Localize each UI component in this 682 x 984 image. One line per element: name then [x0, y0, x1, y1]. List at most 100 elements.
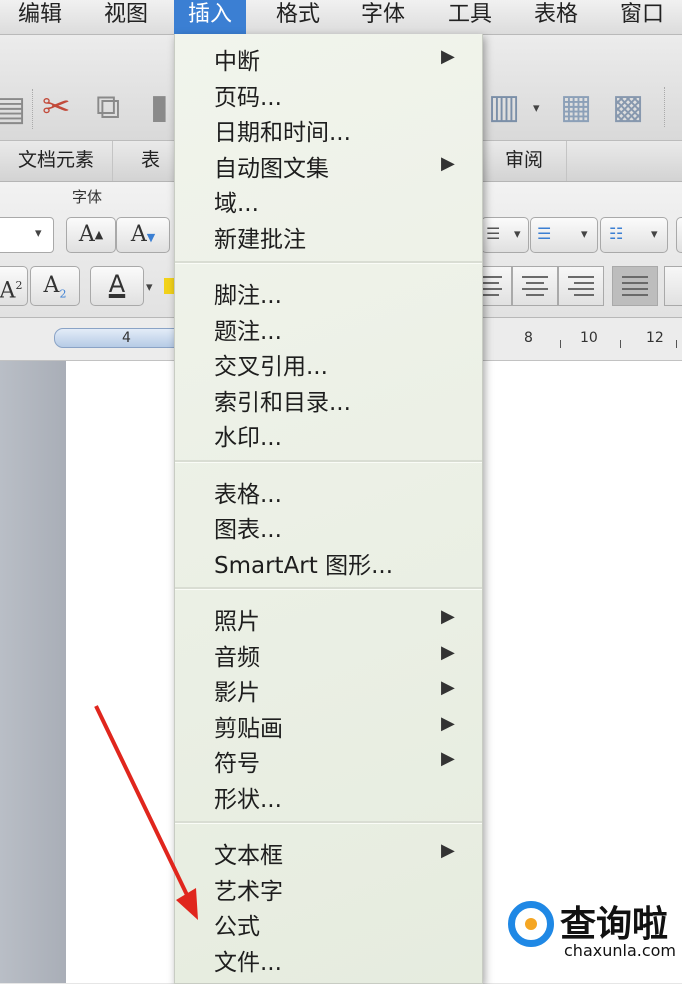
cut-icon[interactable]: ✂ [42, 87, 71, 127]
increase-font-letter: A [78, 222, 95, 247]
ruler-tick [620, 340, 621, 348]
insert-menu-item[interactable]: 形状... [175, 778, 482, 813]
insert-menu-item[interactable]: 公式 [175, 905, 482, 940]
increase-font-size-button[interactable]: A▲ [66, 217, 116, 253]
insert-menu-item[interactable]: 剪贴画 ▶ [175, 707, 482, 742]
menu-bar: 编辑 视图 插入 格式 字体 工具 表格 窗口 [0, 0, 682, 35]
tab-document-elements[interactable]: 文档元素 [0, 141, 113, 181]
menu-item-label: 照片 [214, 609, 260, 635]
menu-item-label: 水印... [214, 425, 282, 451]
insert-menu-item[interactable]: 文本框 ▶ [175, 834, 482, 869]
chevron-down-icon[interactable]: ▾ [514, 227, 521, 242]
toolbar-separator [32, 89, 34, 129]
font-color-button[interactable]: A [90, 266, 144, 306]
menu-item-label: 文本框 [214, 843, 283, 869]
media-browser-icon[interactable]: ▩ [612, 87, 644, 127]
menu-item-label: 剪贴画 [214, 715, 283, 742]
insert-menu-item[interactable]: 索引和目录... [175, 381, 482, 416]
chevron-down-icon[interactable]: ▾ [35, 226, 42, 241]
ruler-number: 8 [524, 330, 533, 346]
insert-menu-item[interactable]: 页码... [175, 76, 482, 111]
menu-item-label: 自动图文集 [214, 155, 329, 182]
ruler-tick [676, 340, 677, 348]
chevron-down-icon[interactable]: ▾ [533, 101, 540, 116]
insert-menu-item[interactable]: 题注... [175, 310, 482, 345]
menu-font[interactable]: 字体 [361, 0, 405, 34]
menu-item-label: 艺术字 [214, 878, 283, 905]
superscript-button[interactable]: A2 [0, 266, 28, 306]
insert-menu-item[interactable]: SmartArt 图形... [175, 544, 482, 579]
ruler-number: 10 [580, 330, 598, 346]
menu-edit[interactable]: 编辑 [18, 0, 62, 34]
bullets-button[interactable]: ☰ ▾ [481, 217, 529, 253]
insert-menu-item[interactable]: 水印... [175, 416, 482, 451]
multilevel-list-icon: ☷ [609, 224, 624, 243]
menu-format[interactable]: 格式 [276, 0, 320, 34]
insert-menu-item[interactable]: 符号 ▶ [175, 742, 482, 777]
menu-item-label: 符号 [214, 751, 260, 777]
menu-item-label: 索引和目录... [214, 389, 351, 416]
ruler-tick [560, 340, 561, 348]
multilevel-list-button[interactable]: ☷ ▾ [600, 217, 668, 253]
insert-menu-item[interactable]: 脚注... [175, 274, 482, 309]
insert-dropdown-menu: 中断 ▶ 页码... 日期和时间... 自动图文集 ▶ 域... 新建批注 脚注... 题注...… [174, 34, 483, 984]
insert-menu-item[interactable]: 音频 ▶ [175, 636, 482, 671]
insert-menu-item[interactable]: 影片 ▶ [175, 671, 482, 706]
numbering-button[interactable]: ☰ ▾ [530, 217, 598, 253]
menu-item-label: 域... [214, 191, 259, 217]
chevron-down-icon[interactable]: ▾ [581, 227, 588, 242]
highlight-color-icon[interactable] [164, 278, 174, 294]
menu-item-label: 公式 [214, 914, 260, 940]
tab-tables[interactable]: 表格 [113, 141, 175, 209]
chevron-down-icon[interactable]: ▾ [146, 280, 153, 295]
menu-window[interactable]: 窗口 [620, 0, 664, 34]
paste-icon[interactable]: ▮ [150, 87, 169, 127]
list-view-icon[interactable]: ▦ [560, 87, 592, 127]
menu-separator [175, 821, 482, 824]
subscript-button[interactable]: A2 [30, 266, 80, 306]
columns-icon[interactable]: ▥ [488, 87, 520, 127]
decrease-font-size-button[interactable]: A▼ [116, 217, 170, 253]
tab-review[interactable]: 审阅 [481, 141, 567, 181]
menu-tools[interactable]: 工具 [448, 0, 492, 34]
ruler-number: 4 [122, 330, 131, 346]
menu-insert[interactable]: 插入 [174, 0, 247, 34]
insert-menu-item[interactable]: 新建批注 [175, 218, 482, 253]
insert-menu-item[interactable]: 图表... [175, 508, 482, 543]
chevron-down-icon[interactable]: ▾ [651, 227, 658, 242]
font-color-letter: A [108, 270, 126, 298]
align-center-button[interactable] [512, 266, 558, 306]
ruler-margin-track[interactable] [54, 328, 186, 348]
insert-menu-item[interactable]: 艺术字 [175, 870, 482, 905]
insert-menu-item[interactable]: 中断 ▶ [175, 40, 482, 75]
font-size-field[interactable]: ▾ [0, 217, 54, 253]
menu-item-label: 交叉引用... [214, 354, 328, 380]
caret-down-icon: ▼ [146, 231, 156, 244]
menu-table[interactable]: 表格 [534, 0, 578, 34]
insert-menu-item[interactable]: 自动图文集 ▶ [175, 147, 482, 182]
insert-menu-item[interactable]: 日期和时间... [175, 111, 482, 146]
insert-menu-item[interactable]: 交叉引用... [175, 345, 482, 380]
distributed-button[interactable] [664, 266, 682, 306]
insert-menu-item[interactable]: 域... [175, 182, 482, 217]
align-right-button[interactable] [558, 266, 604, 306]
insert-menu-item[interactable]: 表格... [175, 473, 482, 508]
print-icon[interactable]: ▤ [0, 89, 26, 129]
menu-item-label: 脚注... [214, 283, 282, 309]
copy-icon[interactable]: ⧉ [96, 87, 120, 127]
menu-item-label: SmartArt 图形... [214, 552, 394, 579]
submenu-arrow-icon: ▶ [441, 840, 455, 861]
menu-view[interactable]: 视图 [104, 0, 148, 34]
menu-item-label: 题注... [214, 318, 282, 345]
indent-button[interactable] [676, 217, 682, 253]
insert-menu-item[interactable]: 照片 ▶ [175, 600, 482, 635]
subscript-mark: 2 [59, 287, 67, 301]
justify-button[interactable] [612, 266, 658, 306]
insert-menu-item[interactable]: 文件... [175, 941, 482, 976]
menu-item-label: 图表... [214, 517, 282, 543]
ruler-number: 12 [646, 330, 664, 346]
watermark-url: chaxunla.com [564, 941, 676, 960]
menu-item-label: 中断 [214, 49, 260, 75]
menu-item-label: 文件... [214, 949, 282, 976]
submenu-arrow-icon: ▶ [441, 46, 455, 67]
